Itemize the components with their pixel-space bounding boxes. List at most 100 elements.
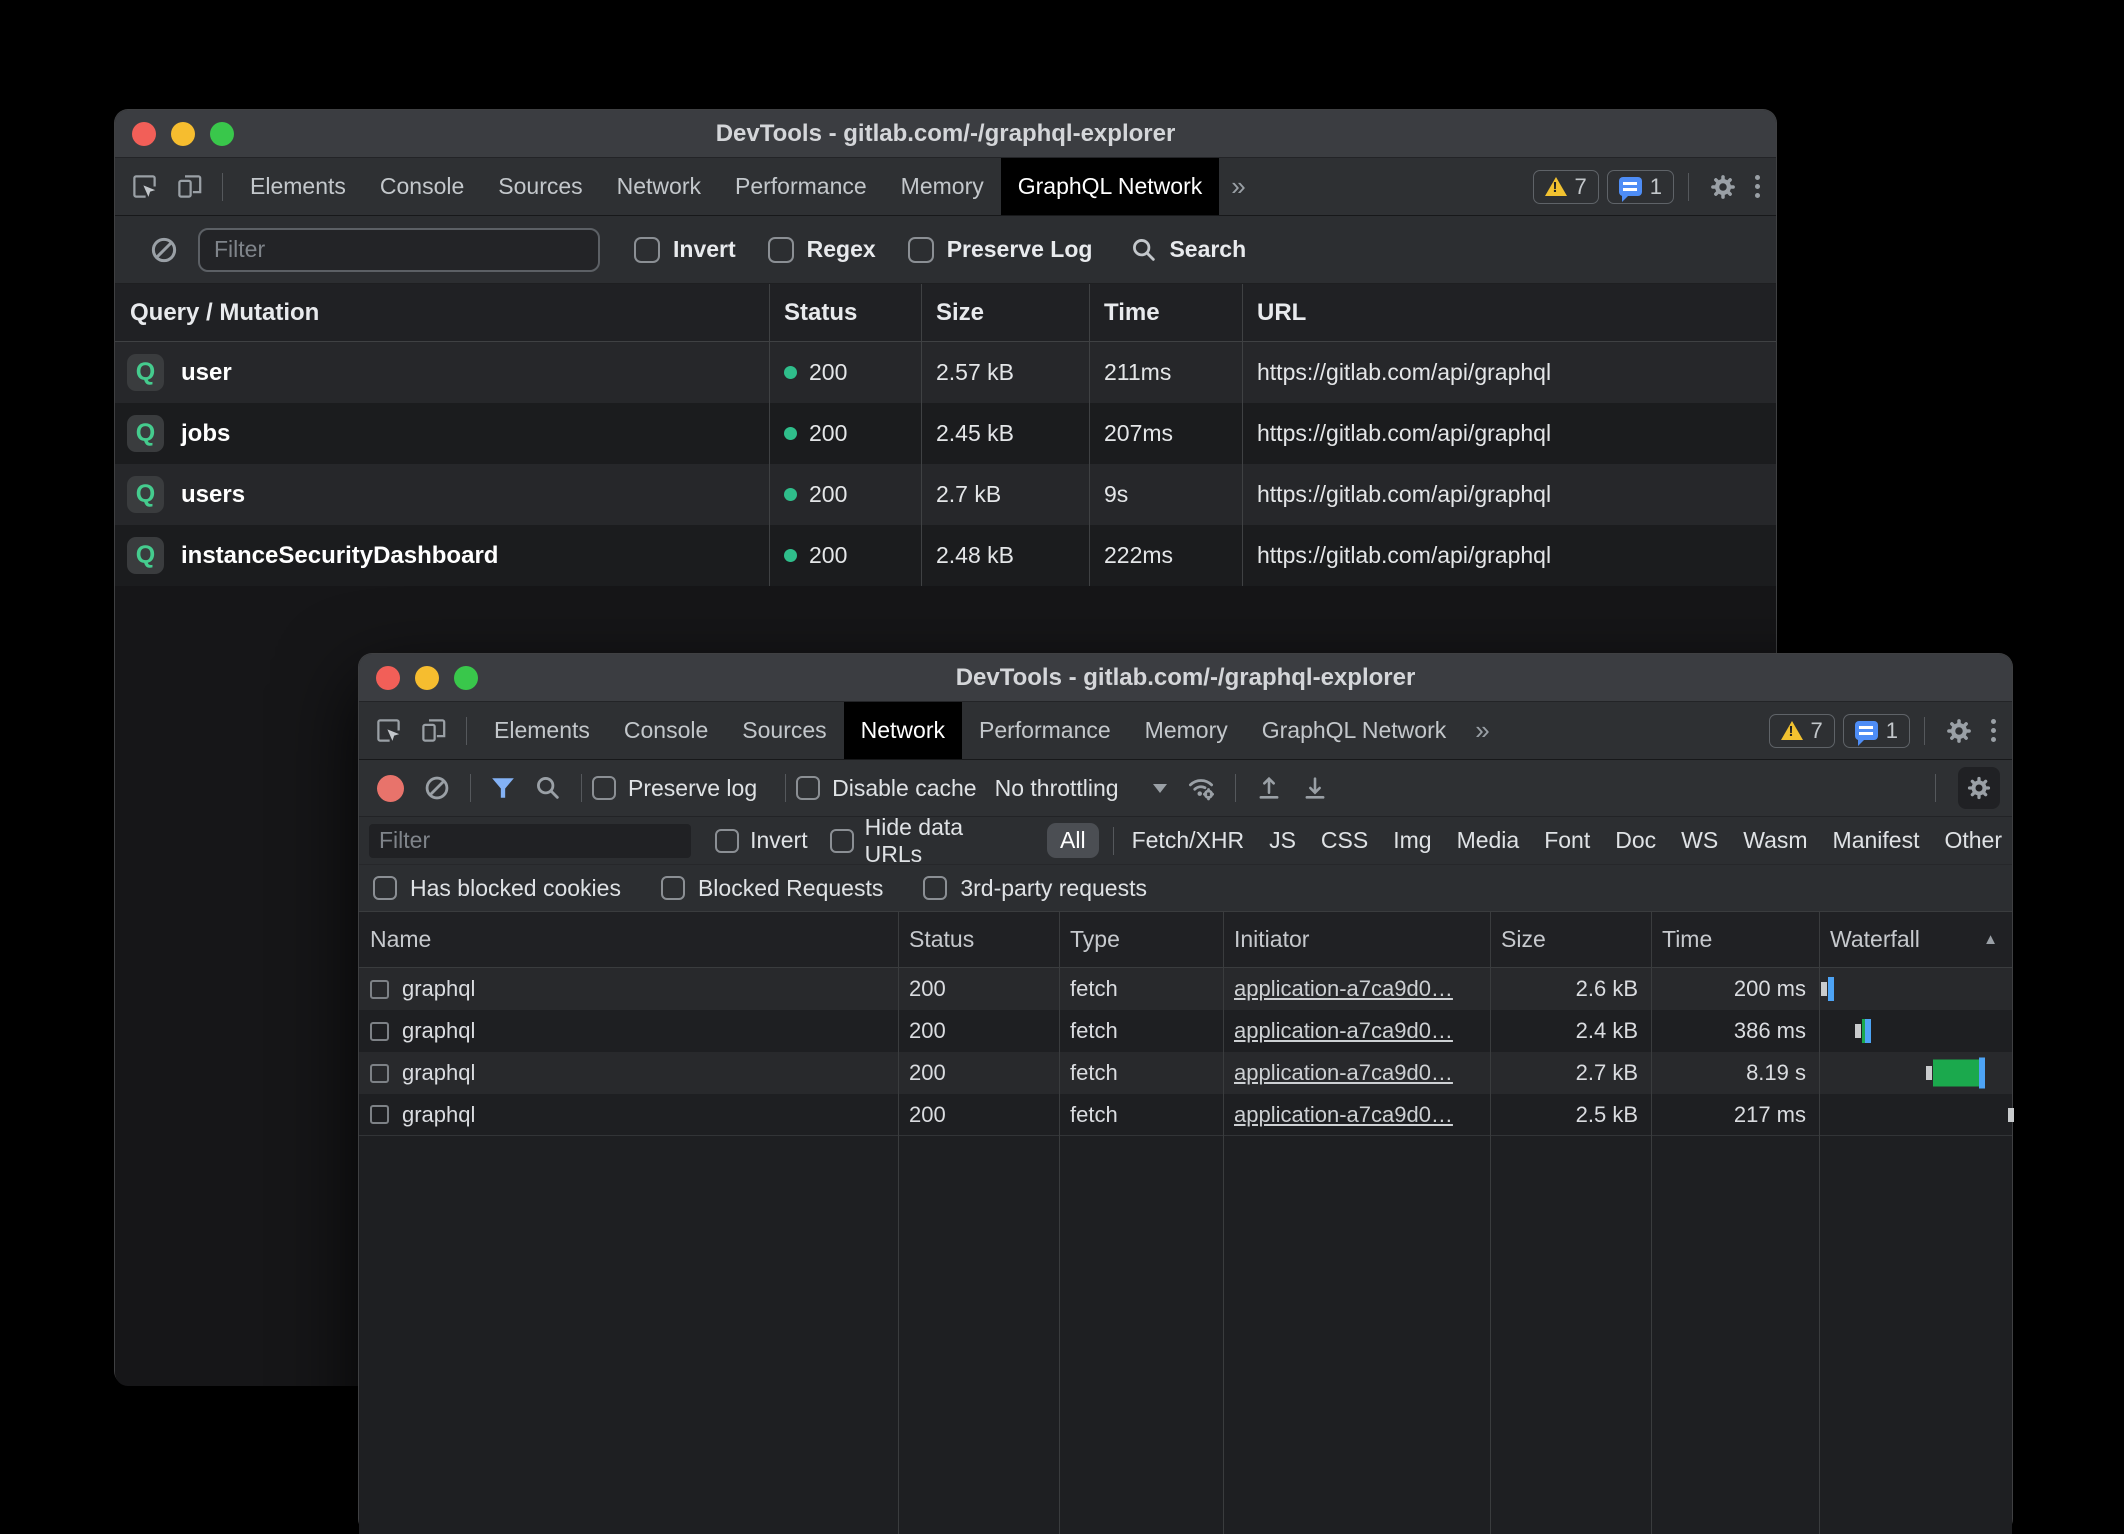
has-blocked-cookies-checkbox[interactable]: Has blocked cookies [373, 875, 621, 902]
throttling-dropdown[interactable]: No throttling [995, 775, 1167, 802]
checkbox[interactable] [715, 829, 739, 853]
tab-elements[interactable]: Elements [233, 158, 363, 215]
settings-gear-icon[interactable] [1935, 702, 1983, 759]
filter-type-fetch-xhr[interactable]: Fetch/XHR [1132, 827, 1244, 854]
invert-checkbox[interactable]: Invert [715, 827, 808, 854]
checkbox[interactable] [768, 237, 794, 263]
search-icon[interactable] [525, 774, 571, 802]
checkbox[interactable] [796, 776, 820, 800]
tab-network[interactable]: Network [600, 158, 718, 215]
filter-funnel-icon[interactable] [481, 775, 525, 801]
network-conditions-icon[interactable] [1177, 773, 1225, 803]
filter-type-media[interactable]: Media [1457, 827, 1520, 854]
tab-network[interactable]: Network [844, 702, 962, 759]
more-options-kebab-icon[interactable] [1983, 702, 2012, 759]
more-tabs-button[interactable]: » [1219, 158, 1257, 215]
table-row[interactable]: graphql 200 fetch application-a7ca9d0… 2… [359, 1010, 2012, 1052]
regex-checkbox[interactable]: Regex [768, 236, 876, 263]
column-status[interactable]: Status [898, 926, 1059, 953]
table-row[interactable]: graphql 200 fetch application-a7ca9d0… 2… [359, 1052, 2012, 1094]
disable-cache-checkbox[interactable]: Disable cache [796, 775, 976, 802]
close-window-button[interactable] [132, 122, 156, 146]
checkbox[interactable] [908, 237, 934, 263]
initiator-link[interactable]: application-a7ca9d0… [1234, 1018, 1453, 1043]
filter-type-doc[interactable]: Doc [1615, 827, 1656, 854]
column-type[interactable]: Type [1059, 926, 1223, 953]
warnings-badge[interactable]: 7 [1769, 714, 1835, 748]
row-checkbox[interactable] [370, 1105, 389, 1124]
minimize-window-button[interactable] [415, 666, 439, 690]
tab-console[interactable]: Console [607, 702, 725, 759]
settings-gear-icon[interactable] [1699, 158, 1747, 215]
export-har-icon[interactable] [1292, 774, 1338, 802]
filter-input[interactable] [198, 228, 600, 272]
column-status[interactable]: Status [769, 299, 921, 327]
device-toolbar-icon[interactable] [167, 158, 212, 215]
issues-badge[interactable]: 1 [1843, 714, 1910, 748]
tab-graphql-network[interactable]: GraphQL Network [1245, 702, 1464, 759]
column-time[interactable]: Time [1651, 926, 1819, 953]
checkbox[interactable] [661, 876, 685, 900]
column-size[interactable]: Size [1490, 926, 1651, 953]
invert-checkbox[interactable]: Invert [634, 236, 736, 263]
preserve-log-checkbox[interactable]: Preserve Log [908, 236, 1093, 263]
preserve-log-checkbox[interactable]: Preserve log [592, 775, 757, 802]
row-checkbox[interactable] [370, 980, 389, 999]
tab-console[interactable]: Console [363, 158, 481, 215]
tab-graphql-network[interactable]: GraphQL Network [1001, 158, 1220, 215]
table-row[interactable]: Quser 200 2.57 kB 211ms https://gitlab.c… [115, 342, 1776, 403]
minimize-window-button[interactable] [171, 122, 195, 146]
filter-type-css[interactable]: CSS [1321, 827, 1368, 854]
row-checkbox[interactable] [370, 1022, 389, 1041]
tab-memory[interactable]: Memory [1128, 702, 1245, 759]
warnings-badge[interactable]: 7 [1533, 170, 1599, 204]
zoom-window-button[interactable] [454, 666, 478, 690]
column-url[interactable]: URL [1242, 299, 1778, 327]
import-har-icon[interactable] [1246, 774, 1292, 802]
close-window-button[interactable] [376, 666, 400, 690]
tab-performance[interactable]: Performance [962, 702, 1128, 759]
table-row[interactable]: graphql 200 fetch application-a7ca9d0… 2… [359, 1094, 2012, 1136]
column-waterfall[interactable]: Waterfall ▲ [1819, 926, 2014, 953]
filter-type-wasm[interactable]: Wasm [1743, 827, 1807, 854]
blocked-requests-checkbox[interactable]: Blocked Requests [661, 875, 883, 902]
filter-type-ws[interactable]: WS [1681, 827, 1718, 854]
device-toolbar-icon[interactable] [411, 702, 456, 759]
tab-sources[interactable]: Sources [725, 702, 843, 759]
filter-type-font[interactable]: Font [1544, 827, 1590, 854]
third-party-requests-checkbox[interactable]: 3rd-party requests [923, 875, 1147, 902]
table-row[interactable]: graphql 200 fetch application-a7ca9d0… 2… [359, 968, 2012, 1010]
filter-type-manifest[interactable]: Manifest [1833, 827, 1920, 854]
column-size[interactable]: Size [921, 299, 1089, 327]
initiator-link[interactable]: application-a7ca9d0… [1234, 976, 1453, 1001]
filter-type-img[interactable]: Img [1393, 827, 1431, 854]
column-name[interactable]: Name [359, 926, 898, 953]
column-initiator[interactable]: Initiator [1223, 926, 1490, 953]
issues-badge[interactable]: 1 [1607, 170, 1674, 204]
column-query-mutation[interactable]: Query / Mutation [115, 299, 769, 327]
checkbox[interactable] [592, 776, 616, 800]
filter-type-other[interactable]: Other [1944, 827, 2002, 854]
tab-sources[interactable]: Sources [481, 158, 599, 215]
inspect-element-icon[interactable] [115, 158, 167, 215]
clear-icon[interactable] [133, 235, 188, 265]
tab-performance[interactable]: Performance [718, 158, 884, 215]
more-tabs-button[interactable]: » [1463, 702, 1501, 759]
checkbox[interactable] [373, 876, 397, 900]
tab-elements[interactable]: Elements [477, 702, 607, 759]
search-button[interactable]: Search [1130, 236, 1246, 264]
hide-data-urls-checkbox[interactable]: Hide data URLs [830, 814, 1025, 868]
checkbox[interactable] [634, 237, 660, 263]
zoom-window-button[interactable] [210, 122, 234, 146]
initiator-link[interactable]: application-a7ca9d0… [1234, 1102, 1453, 1127]
column-time[interactable]: Time [1089, 299, 1242, 327]
checkbox[interactable] [830, 829, 854, 853]
table-row[interactable]: Qjobs 200 2.45 kB 207ms https://gitlab.c… [115, 403, 1776, 464]
table-row[interactable]: Qusers 200 2.7 kB 9s https://gitlab.com/… [115, 464, 1776, 525]
initiator-link[interactable]: application-a7ca9d0… [1234, 1060, 1453, 1085]
table-row[interactable]: QinstanceSecurityDashboard 200 2.48 kB 2… [115, 525, 1776, 586]
clear-icon[interactable] [414, 774, 460, 802]
filter-type-js[interactable]: JS [1269, 827, 1296, 854]
more-options-kebab-icon[interactable] [1747, 158, 1776, 215]
inspect-element-icon[interactable] [359, 702, 411, 759]
